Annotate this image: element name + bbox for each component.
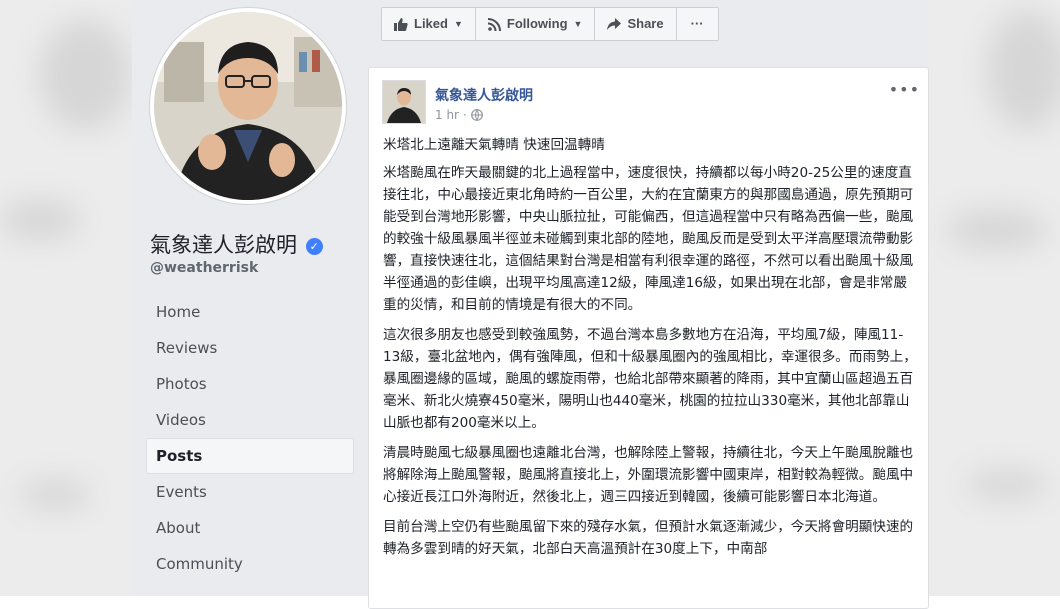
page-name-text: 氣象達人彭啟明 [150,233,297,257]
following-label: Following [506,16,568,31]
blurred-background-right [927,0,1060,596]
post-options-icon[interactable]: ••• [889,80,920,99]
nav-item-reviews[interactable]: Reviews [146,330,354,366]
post-author-avatar[interactable] [382,80,426,124]
share-arrow-icon [607,18,622,30]
nav-item-videos[interactable]: Videos [146,402,354,438]
main-column: Liked ▼ Following ▼ Share ··· 氣象達人彭啟明 1 [368,0,929,609]
profile-picture[interactable] [150,8,346,204]
post-card: 氣象達人彭啟明 1 hr · ••• 米塔北上遠離天氣轉晴 快速回温轉晴 米塔颱… [368,67,929,609]
nav-item-about[interactable]: About [146,510,354,546]
post-paragraph: 這次很多朋友也感受到較強風勢，不過台灣本島多數地方在沿海，平均風7級，陣風11-… [383,327,917,431]
verified-badge-icon: ✓ [305,238,323,255]
following-button[interactable]: Following ▼ [476,8,596,40]
post-paragraph: 清晨時颱風七級暴風圈也遠離北台灣，也解除陸上警報，持續往北，今天上午颱風脫離也將… [383,445,914,505]
more-options-button[interactable]: ··· [677,8,718,40]
post-meta: 1 hr · [435,108,483,122]
nav-item-events[interactable]: Events [146,474,354,510]
post-paragraph: 目前台灣上空仍有些颱風留下來的殘存水氣，但預計水氣逐漸減少，今天將會明顯快速的轉… [383,519,914,557]
nav-item-posts[interactable]: Posts [146,438,354,474]
post-author-name[interactable]: 氣象達人彭啟明 [435,85,533,105]
nav-item-community[interactable]: Community [146,546,354,582]
page-sidebar: 氣象達人彭啟明 ✓ @weatherrisk Home Reviews Phot… [132,0,368,596]
page-nav: Home Reviews Photos Videos Posts Events … [146,294,354,582]
author-avatar-icon [383,81,425,123]
rss-follow-icon [487,17,501,31]
page-action-bar: Liked ▼ Following ▼ Share ··· [381,7,719,41]
profile-photo-icon [154,12,342,200]
globe-icon[interactable] [470,109,483,121]
nav-item-home[interactable]: Home [146,294,354,330]
page-name: 氣象達人彭啟明 ✓ [150,229,323,259]
meta-separator: · [463,108,467,122]
share-button[interactable]: Share [595,8,677,40]
blurred-background-left [0,0,132,596]
post-body: 米塔北上遠離天氣轉晴 快速回温轉晴 米塔颱風在昨天最關鍵的北上過程當中，速度很快… [383,134,919,568]
post-title: 米塔北上遠離天氣轉晴 快速回温轉晴 [383,137,605,153]
page-handle: @weatherrisk [150,260,259,276]
post-paragraph: 米塔颱風在昨天最關鍵的北上過程當中，速度很快，持續都以每小時20-25公里的速度… [383,165,914,313]
more-dots-icon: ··· [690,16,704,31]
nav-item-photos[interactable]: Photos [146,366,354,402]
chevron-down-icon: ▼ [453,19,463,29]
chevron-down-icon: ▼ [573,19,583,29]
thumbs-up-icon [394,17,408,31]
share-label: Share [627,16,664,31]
liked-label: Liked [414,16,448,31]
post-timestamp[interactable]: 1 hr [435,108,459,122]
liked-button[interactable]: Liked ▼ [382,8,476,40]
